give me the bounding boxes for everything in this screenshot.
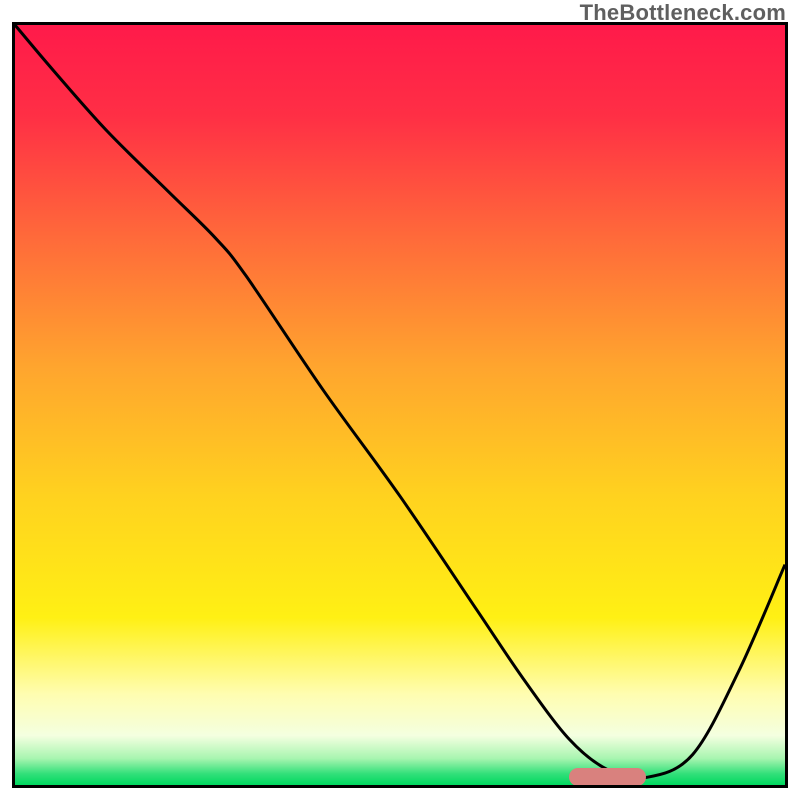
chart-frame: [12, 22, 788, 788]
bottleneck-curve: [15, 25, 785, 785]
optimum-marker: [569, 768, 646, 786]
